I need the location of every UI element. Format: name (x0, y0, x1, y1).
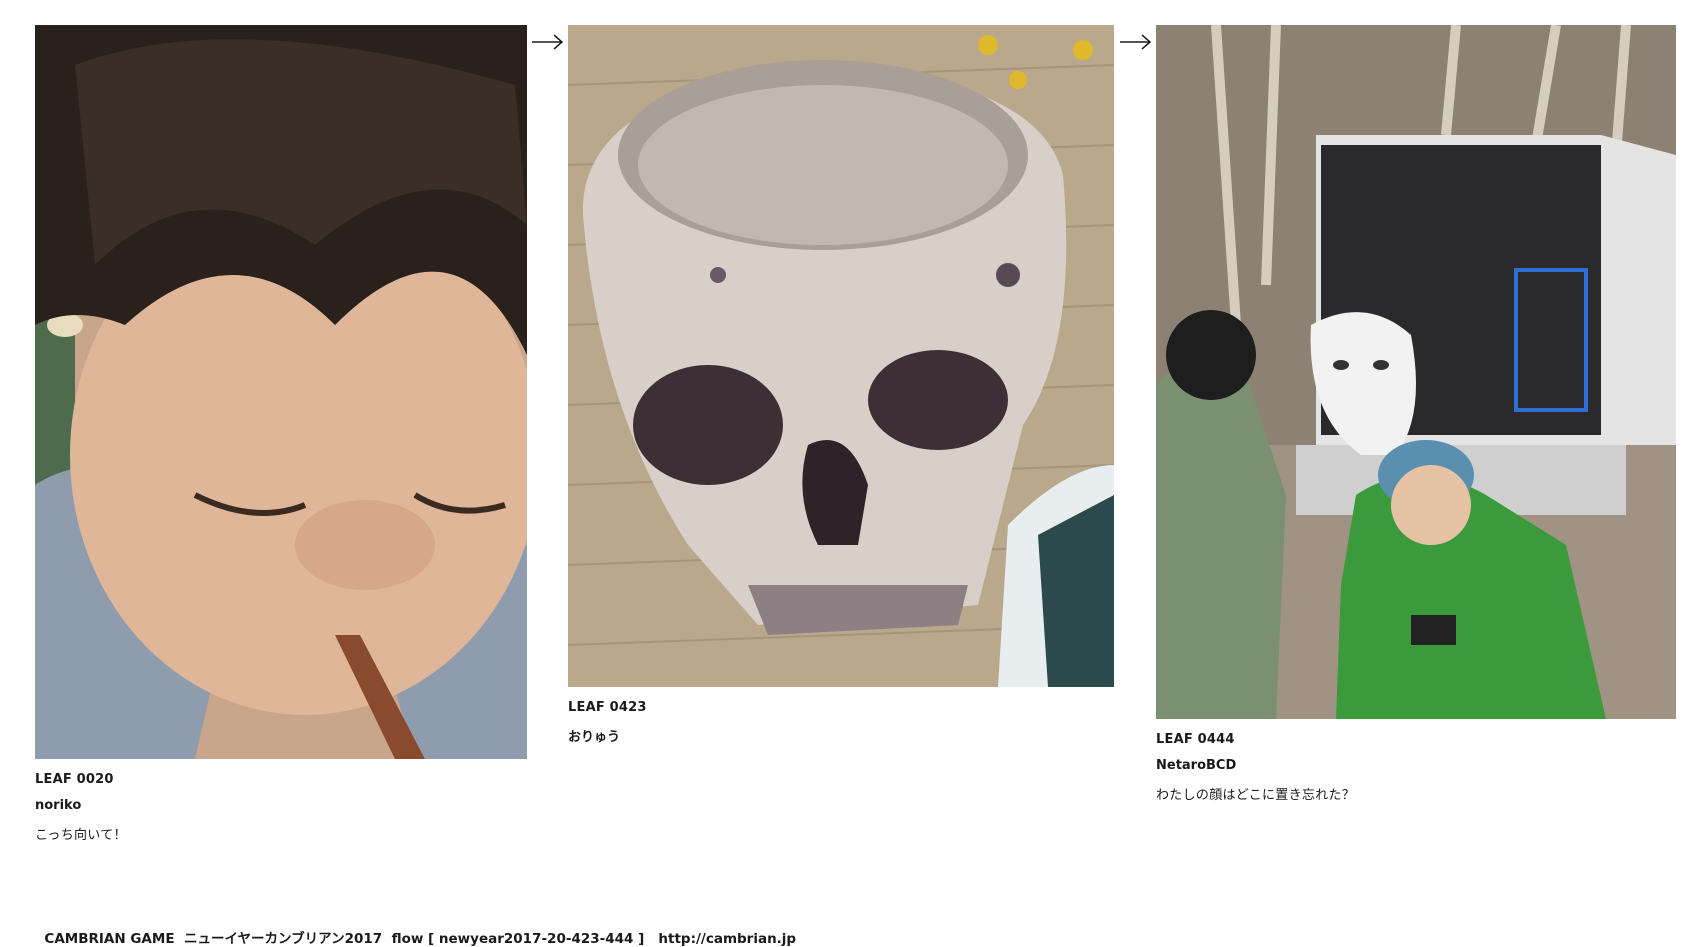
footer: CAMBRIAN GAME ニューイヤーカンブリアン2017 flow [ ne… (35, 911, 796, 947)
author-name[interactable]: おりゅう (568, 726, 1114, 745)
ceramic-skull-cup-photo[interactable] (568, 25, 1114, 687)
park-mask-truck-photo[interactable] (1156, 25, 1676, 719)
site-name-link[interactable]: CAMBRIAN GAME (44, 931, 174, 947)
leaf-card-0423: LEAF 0423 おりゅう (568, 25, 1114, 745)
leaf-id[interactable]: LEAF 0020 (35, 772, 527, 787)
toddler-photo[interactable] (35, 25, 527, 759)
author-name[interactable]: noriko (35, 798, 527, 813)
leaf-id[interactable]: LEAF 0444 (1156, 732, 1676, 747)
arrow-right-icon (532, 34, 564, 50)
leaf-card-0444: LEAF 0444 NetaroBCD わたしの顔はどこに置き忘れた？ (1156, 25, 1676, 803)
leaf-comment: わたしの顔はどこに置き忘れた？ (1156, 788, 1356, 803)
leaf-card-0020: LEAF 0020 noriko こっち向いて！ (35, 25, 527, 843)
event-name-link[interactable]: ニューイヤーカンブリアン2017 (184, 931, 382, 947)
author-name[interactable]: NetaroBCD (1156, 758, 1676, 773)
leaf-comment: こっち向いて！ (35, 828, 127, 843)
flow-id: flow [ newyear2017-20-423-444 ] (391, 931, 645, 947)
leaf-id[interactable]: LEAF 0423 (568, 700, 1114, 715)
arrow-right-icon (1120, 34, 1152, 50)
site-url-link[interactable]: http://cambrian.jp (658, 931, 796, 947)
